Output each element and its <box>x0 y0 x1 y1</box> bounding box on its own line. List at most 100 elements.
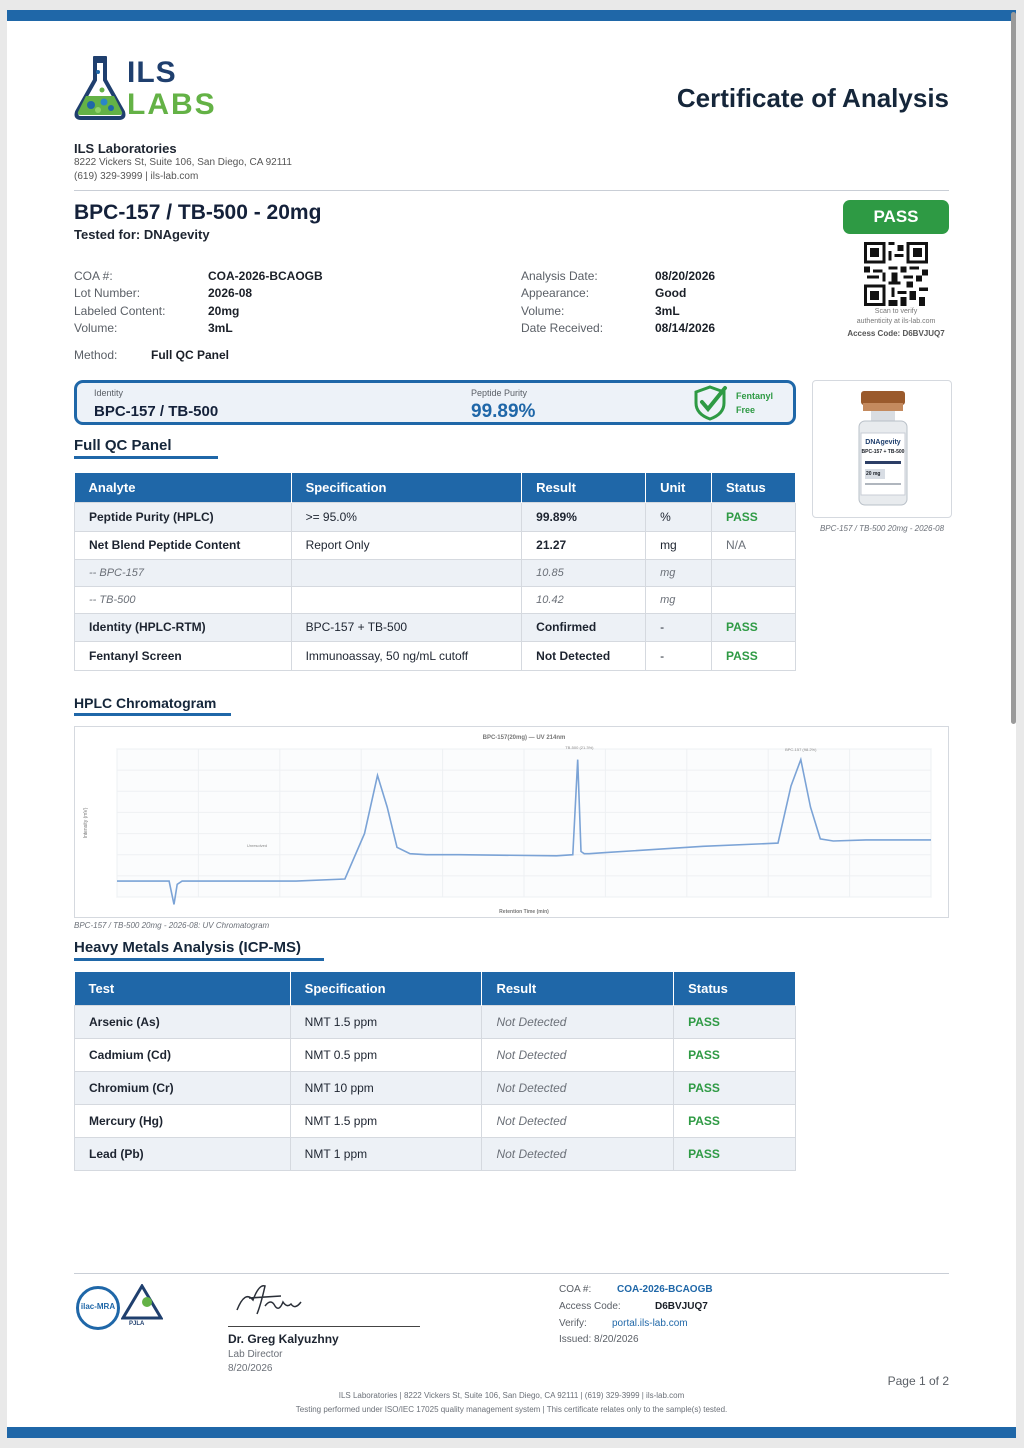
purity-value: 99.89% <box>471 401 536 422</box>
vial-dose: 20 mg <box>866 471 881 477</box>
column-header: Status <box>711 473 796 502</box>
lab-name: ILS Laboratories <box>74 141 177 156</box>
status-cell: PASS <box>673 1037 796 1072</box>
qr-scan-text-2: authenticity at ils-lab.com <box>856 318 936 325</box>
x-axis-label: Retention Time (min) <box>499 909 549 915</box>
meta-label: Lot Number: <box>74 286 141 300</box>
table-row: Cadmium (Cd) NMT 0.5 ppm Not Detected PA… <box>74 1037 796 1072</box>
meta-value: 3mL <box>655 304 680 318</box>
lab-contact: (619) 329-3999 | ils-lab.com <box>74 171 199 182</box>
footer-line-2: Testing performed under ISO/IEC 17025 qu… <box>295 1405 728 1414</box>
meta-label: Volume: <box>521 304 565 318</box>
result-cell: 21.27 <box>521 530 647 560</box>
table-row: Lead (Pb) NMT 1 ppm Not Detected PASS <box>74 1136 796 1171</box>
meta-value: Good <box>655 286 687 300</box>
chart-title: BPC-157(20mg) — UV 214nm <box>483 735 566 741</box>
logo-text-labs: LABS <box>127 88 217 121</box>
table-row: Peptide Purity (HPLC) >= 95.0% 99.89% % … <box>74 501 796 532</box>
spec-cell: NMT 10 ppm <box>289 1070 483 1105</box>
ilac-label: ilac-MRA <box>80 1302 116 1311</box>
signature <box>236 1285 302 1315</box>
issued-date: Issued: 8/20/2026 <box>559 1334 639 1345</box>
status-cell: PASS <box>711 640 796 671</box>
result-cell: 99.89% <box>521 501 647 532</box>
unit-cell: mg <box>645 558 713 587</box>
result-cell: Not Detected <box>481 1037 675 1072</box>
meta-label: COA #: <box>74 269 113 283</box>
analyte-cell: Peptide Purity (HPLC) <box>74 501 292 532</box>
test-cell: Arsenic (As) <box>74 1004 291 1039</box>
unit-cell: - <box>645 640 713 671</box>
meta-value: COA-2026-BCAOGB <box>208 269 323 283</box>
method-label: Method: <box>74 348 118 362</box>
flask-icon <box>74 56 126 120</box>
meta-label: Volume: <box>74 321 118 335</box>
identity-value: BPC-157 / TB-500 <box>94 403 219 420</box>
spec-cell: NMT 1.5 ppm <box>289 1004 483 1039</box>
section-underline <box>74 958 324 961</box>
table-header-row: Analyte Specification Result Unit Status <box>74 473 796 502</box>
column-header: Result <box>521 473 647 502</box>
method-value: Full QC Panel <box>151 348 230 362</box>
meta-label: Date Received: <box>521 321 604 335</box>
signer-date: 8/20/2026 <box>228 1363 273 1374</box>
table-row: Identity (HPLC-RTM) BPC-157 + TB-500 Con… <box>74 612 796 642</box>
analyte-cell: Identity (HPLC-RTM) <box>74 612 292 642</box>
pjla-label: PJLA <box>129 1321 145 1327</box>
test-cell: Mercury (Hg) <box>74 1103 291 1138</box>
spec-cell: Report Only <box>290 530 523 560</box>
qc-panel-title: Full QC Panel <box>74 437 172 454</box>
table-row: Arsenic (As) NMT 1.5 ppm Not Detected PA… <box>74 1004 796 1039</box>
table-row: Mercury (Hg) NMT 1.5 ppm Not Detected PA… <box>74 1103 796 1138</box>
chromatogram-chart: BPC-157(20mg) — UV 214nm Retention Time (… <box>74 726 949 918</box>
fentanyl-free-label: Free <box>736 405 756 415</box>
column-header: Specification <box>291 473 523 502</box>
result-cell: Not Detected <box>481 1103 675 1138</box>
status-cell: PASS <box>673 1070 796 1105</box>
table-row: -- TB-500 10.42 mg <box>74 585 796 614</box>
result-cell: 10.42 <box>521 585 647 614</box>
qr-access-code: Access Code: D6BVJUQ7 <box>847 329 945 338</box>
meta-label: Labeled Content: <box>74 304 166 318</box>
result-cell: Not Detected <box>521 640 647 671</box>
identity-label: Identity <box>94 388 124 398</box>
certificate-page: ILS LABS Certificate of Analysis ILS Lab… <box>7 10 1016 1438</box>
meta-value: 08/14/2026 <box>655 321 716 335</box>
pass-badge: PASS <box>843 200 949 234</box>
vial-caption: BPC-157 / TB-500 20mg - 2026-08 <box>819 524 945 533</box>
spec-cell: >= 95.0% <box>290 501 523 532</box>
footer-coa-value: COA-2026-BCAOGB <box>617 1284 713 1295</box>
qr-scan-text: Scan to verify <box>874 308 918 315</box>
status-cell: PASS <box>711 612 796 642</box>
table-row: -- BPC-157 10.85 mg <box>74 558 796 587</box>
signer-title: Lab Director <box>228 1349 283 1360</box>
status-cell: PASS <box>711 501 796 532</box>
scrollbar[interactable] <box>1011 12 1016 724</box>
test-cell: Lead (Pb) <box>74 1136 291 1171</box>
result-cell: Confirmed <box>521 612 647 642</box>
table-row: Net Blend Peptide Content Report Only 21… <box>74 530 796 560</box>
unit-cell: mg <box>645 585 713 614</box>
result-cell: Not Detected <box>481 1136 675 1171</box>
verify-link[interactable]: portal.ils-lab.com <box>612 1318 688 1329</box>
test-cell: Cadmium (Cd) <box>74 1037 291 1072</box>
meta-value: 20mg <box>208 304 240 318</box>
meta-value: 3mL <box>208 321 233 335</box>
spec-cell <box>290 585 523 614</box>
status-cell <box>711 585 796 614</box>
analyte-cell: Net Blend Peptide Content <box>74 530 292 560</box>
footer-verify-label: Verify: <box>559 1318 587 1329</box>
vial-brand: DNAgevity <box>865 439 901 446</box>
qr-code-icon[interactable] <box>864 242 928 306</box>
signature-line <box>228 1326 420 1327</box>
hplc-title: HPLC Chromatogram <box>74 695 217 711</box>
section-underline <box>74 456 218 459</box>
analyte-cell: Fentanyl Screen <box>74 640 292 671</box>
column-header: Status <box>673 972 796 1005</box>
unit-cell: % <box>645 501 713 532</box>
status-cell: PASS <box>673 1103 796 1138</box>
qc-table: Analyte Specification Result Unit Status… <box>74 473 796 671</box>
pjla-logo <box>121 1284 163 1320</box>
status-cell: PASS <box>673 1136 796 1171</box>
heavy-metals-title: Heavy Metals Analysis (ICP-MS) <box>74 939 302 956</box>
